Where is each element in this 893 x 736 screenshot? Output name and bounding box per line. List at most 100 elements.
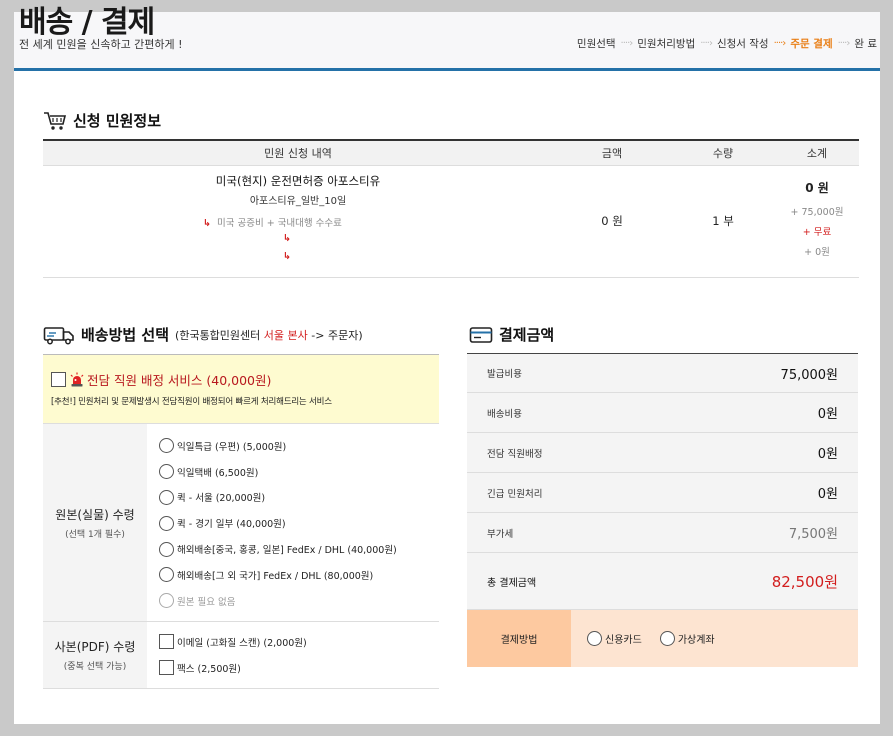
- checkbox[interactable]: [159, 634, 174, 650]
- return-arrow-icon: ↳: [203, 218, 211, 229]
- radio-button[interactable]: [159, 464, 174, 480]
- option-label: 팩스 (2,500원): [177, 663, 241, 675]
- step-payment: 주문 결제: [790, 38, 833, 50]
- option-label: 가상계좌: [677, 634, 715, 646]
- note-prefix: (한국통합민원센터: [175, 328, 261, 342]
- payment-value: 0원: [817, 487, 838, 502]
- step-method: 민원처리방법: [637, 38, 696, 50]
- payment-title: 결제금액: [499, 326, 555, 344]
- radio-button[interactable]: [159, 438, 174, 454]
- note-suffix: -> 주문자): [311, 328, 363, 342]
- application-quantity: 1 부: [671, 165, 775, 278]
- payment-section-title: 결제금액: [469, 324, 554, 345]
- application-subtotal-cell: 0 원 + 75,000원 + 무료 + 0원: [775, 165, 859, 278]
- payment-label: 발급비용: [487, 369, 522, 380]
- page-header: 배송 / 결제 전 세계 민원을 신속하고 간편하게 ! 민원선택 ····› …: [14, 5, 880, 71]
- payment-value: 7,500원: [788, 527, 838, 542]
- page-subtitle: 전 세계 민원을 신속하고 간편하게 !: [19, 38, 183, 51]
- radio-button[interactable]: [159, 515, 174, 531]
- subtotal-line: + 0원: [804, 246, 830, 258]
- delivery-title: 배송방법 선택: [81, 326, 170, 344]
- return-arrow-icon: ↳: [283, 251, 291, 262]
- option-label: 해외배송[중국, 홍콩, 일본] FedEx / DHL (40,000원): [177, 545, 397, 557]
- progress-steps: 민원선택 ····› 민원처리방법 ····› 신청서 작성 ····› 주문 …: [574, 36, 880, 51]
- delivery-option[interactable]: 해외배송[그 외 국가] FedEx / DHL (80,000원): [159, 562, 439, 588]
- payment-method-label: 결제방법: [467, 610, 571, 667]
- copy-receipt-label: 사본(PDF) 수령 (중복 선택 가능): [43, 622, 147, 688]
- payment-label: 전담 직원배정: [487, 448, 543, 460]
- return-arrow-icon: ↳: [283, 233, 291, 244]
- payment-value: 0원: [817, 447, 838, 462]
- premium-label: 전담 직원 배정 서비스 (40,000원): [87, 373, 272, 388]
- addon-text: 미국 공증비 + 국내대행 수수료: [216, 218, 342, 229]
- premium-description: [추천!] 민원처리 및 문제발생시 전담직원이 배정되어 빠르게 처리해드리는…: [51, 397, 332, 407]
- payment-method-virtual-account[interactable]: 가상계좌: [659, 626, 715, 652]
- total-value: 82,500원: [771, 572, 838, 591]
- radio-button[interactable]: [159, 567, 174, 583]
- radio-button[interactable]: [659, 630, 675, 646]
- delivery-option[interactable]: 익일택배 (6,500원): [159, 459, 439, 485]
- payment-method-card[interactable]: 신용카드: [587, 626, 642, 652]
- application-option: 아포스티유_일반_10일: [249, 196, 347, 207]
- group-label: 사본(PDF) 수령: [54, 640, 136, 654]
- card-icon: [469, 326, 493, 343]
- radio-button[interactable]: [159, 541, 174, 557]
- addon-line: ↳: [283, 251, 553, 263]
- column-header: 금액: [553, 139, 671, 166]
- truck-icon: [43, 326, 74, 344]
- payment-label: 긴급 민원처리: [487, 488, 543, 500]
- applications-title: 신청 민원정보: [73, 112, 162, 130]
- payment-label: 부가세: [487, 528, 514, 540]
- payment-method-row: 결제방법 신용카드 가상계좌: [467, 610, 858, 667]
- copy-option[interactable]: 이메일 (고화질 스캔) (2,000원): [159, 629, 439, 655]
- subtotal-value: 0 원: [805, 180, 829, 195]
- payment-row: 긴급 민원처리 0원: [467, 473, 858, 513]
- copy-option[interactable]: 팩스 (2,500원): [159, 655, 439, 681]
- applications-table: 민원 신청 내역 금액 수량 소계 미국(현지) 운전면허증 아포스티유 아포스…: [43, 139, 859, 278]
- page-title: 배송 / 결제: [19, 5, 155, 40]
- addon-line: ↳ 미국 공증비 + 국내대행 수수료: [203, 215, 553, 229]
- step-form: 신청서 작성: [716, 38, 769, 50]
- page: 배송 / 결제 전 세계 민원을 신속하고 간편하게 ! 민원선택 ····› …: [14, 5, 880, 724]
- step-arrow-icon: ····›: [620, 38, 634, 49]
- option-label: 익일택배 (6,500원): [177, 467, 259, 479]
- step-select: 민원선택: [576, 38, 616, 50]
- delivery-option[interactable]: 익일특급 (우편) (5,000원): [159, 433, 439, 459]
- delivery-option[interactable]: 퀵 - 경기 일부 (40,000원): [159, 510, 439, 536]
- payment-label: 배송비용: [487, 408, 522, 420]
- step-complete: 완 료: [854, 38, 877, 50]
- payment-value: 75,000원: [780, 367, 838, 383]
- radio-button[interactable]: [159, 489, 174, 505]
- option-label: 익일특급 (우편) (5,000원): [177, 441, 287, 453]
- column-header: 소계: [775, 139, 859, 166]
- option-label: 퀵 - 서울 (20,000원): [177, 493, 266, 505]
- subtotal-line: + 무료: [802, 226, 832, 238]
- radio-button[interactable]: [587, 630, 602, 646]
- application-name: 미국(현지) 운전면허증 아포스티유: [215, 174, 381, 188]
- option-label: 신용카드: [605, 634, 642, 646]
- premium-option[interactable]: 전담 직원 배정 서비스 (40,000원): [51, 370, 431, 389]
- payment-method-options: 신용카드 가상계좌: [571, 610, 858, 667]
- delivery-option[interactable]: 해외배송[중국, 홍콩, 일본] FedEx / DHL (40,000원): [159, 536, 439, 562]
- radio-button[interactable]: [159, 593, 174, 609]
- original-receipt-group: 원본(실물) 수령 (선택 1개 필수) 익일특급 (우편) (5,000원) …: [43, 423, 439, 621]
- delivery-option[interactable]: 퀵 - 서울 (20,000원): [159, 485, 439, 511]
- copy-receipt-group: 사본(PDF) 수령 (중복 선택 가능) 이메일 (고화질 스캔) (2,00…: [43, 621, 439, 689]
- cart-icon: [44, 111, 67, 130]
- payment-total-row: 총 결제금액 82,500원: [467, 553, 858, 610]
- group-sublabel: (중복 선택 가능): [63, 662, 127, 672]
- option-label: 원본 필요 없음: [177, 596, 236, 608]
- payment-row: 전담 직원배정 0원: [467, 433, 858, 473]
- checkbox[interactable]: [159, 660, 174, 676]
- premium-checkbox[interactable]: [51, 372, 66, 387]
- step-arrow-icon: ····›: [837, 38, 851, 49]
- original-options: 익일특급 (우편) (5,000원) 익일택배 (6,500원) 퀵 - 서울 …: [147, 424, 439, 621]
- payment-row: 발급비용 75,000원: [467, 353, 858, 393]
- subtotal-line: + 75,000원: [790, 206, 844, 218]
- delivery-panel: 전담 직원 배정 서비스 (40,000원) [추천!] 민원처리 및 문제발생…: [43, 354, 439, 689]
- table-header-row: 민원 신청 내역 금액 수량 소계: [43, 139, 859, 166]
- option-label: 해외배송[그 외 국가] FedEx / DHL (80,000원): [177, 570, 374, 582]
- delivery-option-disabled[interactable]: 원본 필요 없음: [159, 588, 439, 614]
- step-arrow-icon: ····›: [773, 38, 787, 49]
- step-arrow-icon: ····›: [700, 38, 713, 49]
